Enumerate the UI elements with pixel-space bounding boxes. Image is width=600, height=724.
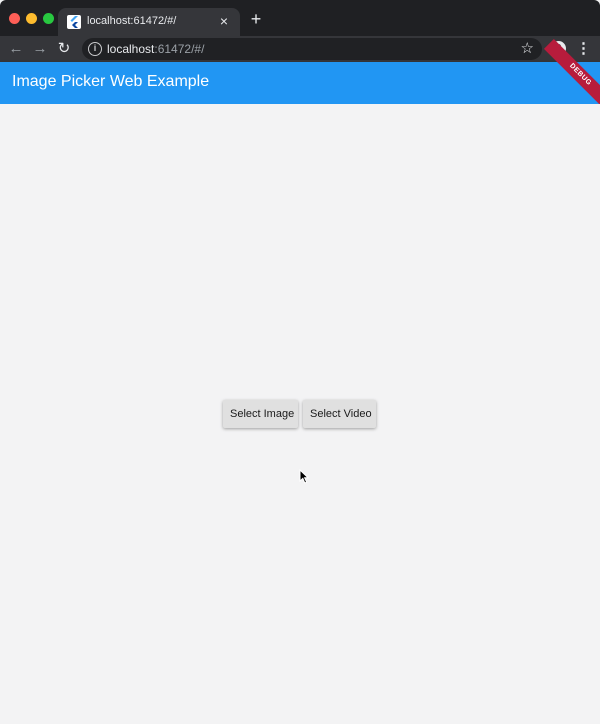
new-tab-icon[interactable]: + [247, 10, 265, 28]
url-path: :61472/#/ [154, 42, 205, 56]
back-arrow-icon[interactable]: ← [6, 39, 26, 59]
app-body: Select Image Select Video [0, 104, 600, 724]
select-image-button[interactable]: Select Image [223, 400, 298, 428]
mouse-cursor-icon [299, 469, 309, 484]
close-tab-icon[interactable]: × [216, 13, 232, 29]
reload-icon[interactable]: ↻ [54, 39, 74, 59]
browser-tab[interactable]: localhost:61472/#/ × [58, 8, 240, 36]
maximize-window-button[interactable] [43, 13, 54, 24]
more-menu-icon[interactable]: ⋮ [576, 40, 591, 58]
tab-title: localhost:61472/#/ [87, 15, 177, 27]
select-video-button[interactable]: Select Video [303, 400, 376, 428]
close-window-button[interactable] [9, 13, 20, 24]
tab-strip: localhost:61472/#/ × + [0, 0, 600, 36]
app-title: Image Picker Web Example [12, 73, 210, 90]
info-icon[interactable]: i [88, 42, 102, 56]
url-text[interactable]: localhost:61472/#/ [107, 42, 204, 56]
forward-arrow-icon[interactable]: → [30, 39, 50, 59]
flutter-favicon-icon [67, 15, 81, 29]
app-bar: Image Picker Web Example [0, 62, 600, 104]
browser-window: localhost:61472/#/ × + ← → ↻ i localhost… [0, 0, 600, 724]
url-host: localhost [107, 42, 155, 56]
minimize-window-button[interactable] [26, 13, 37, 24]
address-bar[interactable]: i localhost:61472/#/ ☆ [82, 38, 542, 60]
bookmark-star-icon[interactable]: ☆ [521, 40, 534, 58]
browser-toolbar: ← → ↻ i localhost:61472/#/ ☆ ⋮ [0, 36, 600, 62]
